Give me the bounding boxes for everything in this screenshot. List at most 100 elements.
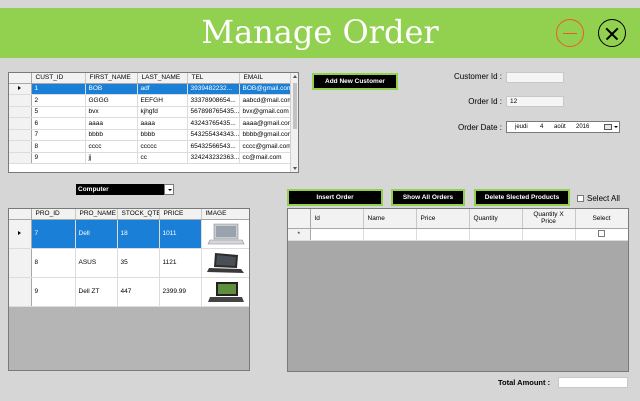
table-row[interactable]: 6 aaaa aaaa 43243765435... aaaa@gmail.co… <box>9 118 291 130</box>
col-header-id[interactable]: Id <box>310 209 363 228</box>
cell[interactable]: 324243232363... <box>187 152 239 164</box>
row-selector[interactable] <box>9 129 31 141</box>
close-icon[interactable] <box>598 19 626 47</box>
cell[interactable]: bbbb <box>137 129 187 141</box>
row-selector[interactable] <box>9 95 31 107</box>
customers-grid[interactable]: CUST_ID FIRST_NAME LAST_NAME TEL EMAIL 1… <box>8 72 299 173</box>
select-all-checkbox-box[interactable] <box>577 195 584 202</box>
row-selector[interactable] <box>9 219 31 248</box>
cell[interactable]: kjhgfd <box>137 106 187 118</box>
calendar-icon[interactable] <box>604 124 612 130</box>
col-header-price[interactable]: Price <box>416 209 469 228</box>
order-id-field[interactable]: 12 <box>506 96 564 107</box>
cell[interactable]: 43243765435... <box>187 118 239 130</box>
cell[interactable]: 6 <box>31 118 85 130</box>
cell[interactable]: ccccc <box>137 141 187 153</box>
cell[interactable]: cc <box>137 152 187 164</box>
chevron-down-icon[interactable] <box>164 184 174 195</box>
table-row[interactable]: 2 GGGG EEFGH 33378908654... aabcd@mail.c… <box>9 95 291 107</box>
col-header-pro-id[interactable]: PRO_ID <box>31 209 75 219</box>
show-all-orders-button[interactable]: Show All Orders <box>391 189 465 206</box>
col-header-quantity[interactable]: Quantity <box>469 209 522 228</box>
cell[interactable]: 9 <box>31 152 85 164</box>
cell[interactable]: jj <box>85 152 137 164</box>
col-header-first-name[interactable]: FIRST_NAME <box>85 73 137 83</box>
col-header-image[interactable]: IMAGE <box>201 209 250 219</box>
cell[interactable] <box>310 228 363 240</box>
minimize-icon[interactable] <box>556 19 584 47</box>
row-selector[interactable] <box>9 83 31 95</box>
cell[interactable]: ASUS <box>75 248 117 277</box>
table-row[interactable]: 9 jj cc 324243232363... cc@mail.com <box>9 152 291 164</box>
add-new-customer-button[interactable]: Add New Customer <box>312 73 398 90</box>
row-select-checkbox[interactable] <box>598 230 605 237</box>
cell[interactable] <box>469 228 522 240</box>
cell[interactable]: Dell <box>75 219 117 248</box>
table-row[interactable]: 7 bbbb bbbb 543255434343... bbbb@gmail.c… <box>9 129 291 141</box>
cell[interactable]: cccc <box>85 141 137 153</box>
cell[interactable]: aaaa@gmail.com <box>239 118 291 130</box>
new-row[interactable]: * <box>288 228 628 240</box>
cell[interactable]: Dell ZT <box>75 277 117 306</box>
table-row[interactable]: 9 Dell ZT 447 2399.99 <box>9 277 250 306</box>
customers-scrollbar[interactable] <box>290 73 298 172</box>
table-row[interactable]: 8 ASUS 35 1121 <box>9 248 250 277</box>
order-date-picker[interactable]: jeudi 4 août 2016 <box>506 121 620 133</box>
cell[interactable]: 33378908654... <box>187 95 239 107</box>
cell[interactable]: BOB@gmail.com <box>239 83 291 95</box>
row-selector[interactable] <box>9 152 31 164</box>
category-select[interactable]: Computer <box>76 184 174 195</box>
scroll-thumb[interactable] <box>293 83 297 129</box>
cell[interactable] <box>522 228 575 240</box>
cell[interactable]: 65432566543... <box>187 141 239 153</box>
select-cell[interactable] <box>575 228 628 240</box>
date-month[interactable]: août <box>554 122 566 132</box>
cell[interactable]: bbbb <box>85 129 137 141</box>
row-selector[interactable] <box>9 277 31 306</box>
col-header-last-name[interactable]: LAST_NAME <box>137 73 187 83</box>
total-amount-field[interactable] <box>558 377 628 388</box>
row-selector[interactable] <box>9 106 31 118</box>
cell[interactable]: bvx <box>85 106 137 118</box>
insert-order-button[interactable]: Insert Order <box>287 189 383 206</box>
col-header-email[interactable]: EMAIL <box>239 73 291 83</box>
cell[interactable]: 2399.99 <box>159 277 201 306</box>
col-header-quantity-x-price[interactable]: Quantity X Price <box>522 209 575 228</box>
cell[interactable]: 1121 <box>159 248 201 277</box>
col-header-price[interactable]: PRICE <box>159 209 201 219</box>
cell[interactable]: 567898765435... <box>187 106 239 118</box>
cell[interactable]: 7 <box>31 219 75 248</box>
col-header-tel[interactable]: TEL <box>187 73 239 83</box>
cell[interactable]: 35 <box>117 248 159 277</box>
chevron-down-icon[interactable] <box>614 126 618 128</box>
cell[interactable]: 8 <box>31 141 85 153</box>
order-items-grid[interactable]: Id Name Price Quantity Quantity X Price … <box>287 208 629 372</box>
cell[interactable]: 18 <box>117 219 159 248</box>
cell[interactable]: 9 <box>31 277 75 306</box>
scroll-down-icon[interactable] <box>293 167 297 170</box>
table-row[interactable]: 1 BOB adf 3939482232... BOB@gmail.com <box>9 83 291 95</box>
cell[interactable]: adf <box>137 83 187 95</box>
date-day-name[interactable]: jeudi <box>515 122 528 132</box>
cell[interactable]: 7 <box>31 129 85 141</box>
col-header-name[interactable]: Name <box>363 209 416 228</box>
cell[interactable]: 1011 <box>159 219 201 248</box>
table-row[interactable]: 5 bvx kjhgfd 567898765435... bvx@gmail.c… <box>9 106 291 118</box>
cell[interactable] <box>363 228 416 240</box>
cell[interactable]: aaaa <box>137 118 187 130</box>
cell[interactable]: 3939482232... <box>187 83 239 95</box>
date-year[interactable]: 2016 <box>576 122 589 132</box>
product-image-cell[interactable] <box>201 248 250 277</box>
cell[interactable]: GGGG <box>85 95 137 107</box>
cell[interactable]: aabcd@mail.com <box>239 95 291 107</box>
cell[interactable]: 1 <box>31 83 85 95</box>
product-image-cell[interactable] <box>201 277 250 306</box>
cell[interactable]: 543255434343... <box>187 129 239 141</box>
cell[interactable]: BOB <box>85 83 137 95</box>
products-grid[interactable]: PRO_ID PRO_NAME STOCK_QTE PRICE IMAGE 7 … <box>8 208 250 371</box>
customer-id-field[interactable] <box>506 72 564 83</box>
col-header-cust-id[interactable]: CUST_ID <box>31 73 85 83</box>
cell[interactable]: EEFGH <box>137 95 187 107</box>
cell[interactable]: bbbb@gmail.com <box>239 129 291 141</box>
product-image-cell[interactable] <box>201 219 250 248</box>
